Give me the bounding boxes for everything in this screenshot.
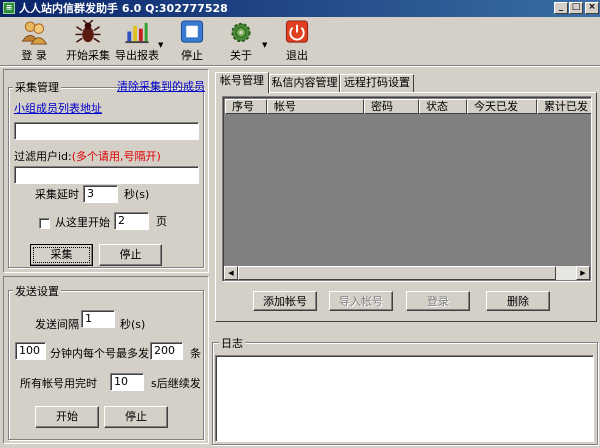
- bug-icon: [75, 20, 101, 43]
- minimize-button[interactable]: _: [554, 2, 568, 14]
- maximize-button[interactable]: □: [569, 2, 583, 14]
- delete-account-button[interactable]: 删除: [486, 291, 550, 311]
- column-header[interactable]: 帐号: [267, 99, 364, 114]
- max-messages-input[interactable]: 200: [150, 342, 183, 360]
- log-title: 日志: [219, 335, 245, 351]
- export-report-button[interactable]: 导出报表: [114, 19, 160, 63]
- delay-input[interactable]: 3: [83, 185, 118, 203]
- filter-label-prefix: 过滤用户id:: [14, 150, 72, 163]
- collect-group-title: 采集管理: [13, 79, 61, 95]
- account-login-button[interactable]: 登录: [406, 291, 470, 311]
- exit-button[interactable]: 退出: [282, 19, 312, 63]
- start-collect-label: 开始采集: [66, 49, 110, 62]
- start-page-input[interactable]: 2: [114, 212, 149, 230]
- toolbar: 登 录 开始采集 导出报表 ▼ 停止 关于 ▼ 退出: [0, 17, 600, 65]
- about-dropdown-icon[interactable]: ▼: [262, 41, 267, 49]
- about-label: 关于: [230, 49, 252, 62]
- resume-delay-input[interactable]: 10: [110, 373, 144, 391]
- login-label: 登 录: [21, 49, 47, 62]
- about-button[interactable]: 关于: [224, 19, 258, 63]
- accounts-table[interactable]: 序号 帐号 密码 状态 今天已发 累计已发 ◀ ▶: [222, 96, 592, 282]
- delay-unit: 秒(s): [124, 188, 150, 201]
- export-dropdown-icon[interactable]: ▼: [158, 41, 163, 49]
- exit-label: 退出: [286, 49, 308, 62]
- interval-input[interactable]: 1: [81, 310, 115, 328]
- power-icon: [285, 20, 309, 43]
- start-collect-button[interactable]: 开始采集: [64, 19, 112, 63]
- column-header[interactable]: 累计已发: [537, 99, 591, 114]
- toolbar-divider: [0, 65, 600, 67]
- app-icon: ≡: [3, 2, 15, 14]
- table-header: 序号 帐号 密码 状态 今天已发 累计已发: [225, 99, 591, 114]
- scroll-left-icon[interactable]: ◀: [224, 266, 238, 280]
- column-header[interactable]: 序号: [225, 99, 267, 114]
- horizontal-scrollbar[interactable]: ◀ ▶: [224, 266, 590, 280]
- import-account-button[interactable]: 导入帐号: [329, 291, 393, 311]
- group-url-link[interactable]: 小组成员列表地址: [14, 102, 102, 116]
- tab-captcha-settings[interactable]: 远程打码设置: [340, 74, 414, 92]
- interval-unit: 秒(s): [120, 318, 146, 331]
- gear-icon: [231, 22, 251, 43]
- stop-icon: [180, 20, 204, 43]
- per-account-label: 分钟内每个号最多发: [50, 347, 149, 360]
- send-stop-button[interactable]: 停止: [104, 406, 168, 428]
- clear-members-link[interactable]: 清除采集到的成员: [117, 80, 205, 94]
- login-button[interactable]: 登 录: [14, 19, 54, 63]
- window-title: 人人站内信群发助手 6.0 Q:302777528: [19, 2, 228, 15]
- title-bar[interactable]: ≡ 人人站内信群发助手 6.0 Q:302777528 _ □ ×: [0, 0, 600, 17]
- tab-account-management[interactable]: 帐号管理: [215, 72, 269, 93]
- scroll-thumb[interactable]: [238, 266, 556, 280]
- export-report-label: 导出报表: [115, 49, 159, 62]
- start-here-label: 从这里开始: [55, 216, 110, 229]
- page-unit: 页: [156, 215, 167, 228]
- send-group-title: 发送设置: [13, 283, 61, 299]
- scroll-right-icon[interactable]: ▶: [576, 266, 590, 280]
- collect-button[interactable]: 采集: [30, 244, 93, 266]
- start-here-checkbox[interactable]: [39, 218, 50, 229]
- add-account-button[interactable]: 添加帐号: [253, 291, 317, 311]
- send-start-button[interactable]: 开始: [35, 406, 99, 428]
- log-textarea[interactable]: [215, 355, 594, 442]
- users-icon: [21, 21, 48, 45]
- group-url-input[interactable]: [14, 122, 199, 140]
- stop-button[interactable]: 停止: [176, 19, 208, 63]
- interval-label: 发送间隔: [35, 318, 79, 331]
- filter-label: 过滤用户id:(多个请用,号隔开): [14, 150, 161, 164]
- column-header[interactable]: 状态: [419, 99, 467, 114]
- count-unit: 条: [190, 347, 201, 360]
- column-header[interactable]: 今天已发: [467, 99, 537, 114]
- column-header[interactable]: 密码: [364, 99, 419, 114]
- filter-user-input[interactable]: [14, 166, 199, 184]
- bar-chart-icon: [125, 22, 149, 44]
- stop-label: 停止: [181, 49, 203, 62]
- filter-hint: (多个请用,号隔开): [71, 150, 161, 163]
- collect-stop-button[interactable]: 停止: [99, 244, 162, 266]
- minutes-input[interactable]: 100: [15, 342, 46, 360]
- close-button[interactable]: ×: [585, 2, 599, 14]
- resume-label: s后继续发: [151, 377, 201, 390]
- tab-message-content[interactable]: 私信内容管理: [269, 74, 340, 92]
- all-used-label: 所有帐号用完时: [20, 377, 97, 390]
- delay-label: 采集延时: [35, 188, 79, 201]
